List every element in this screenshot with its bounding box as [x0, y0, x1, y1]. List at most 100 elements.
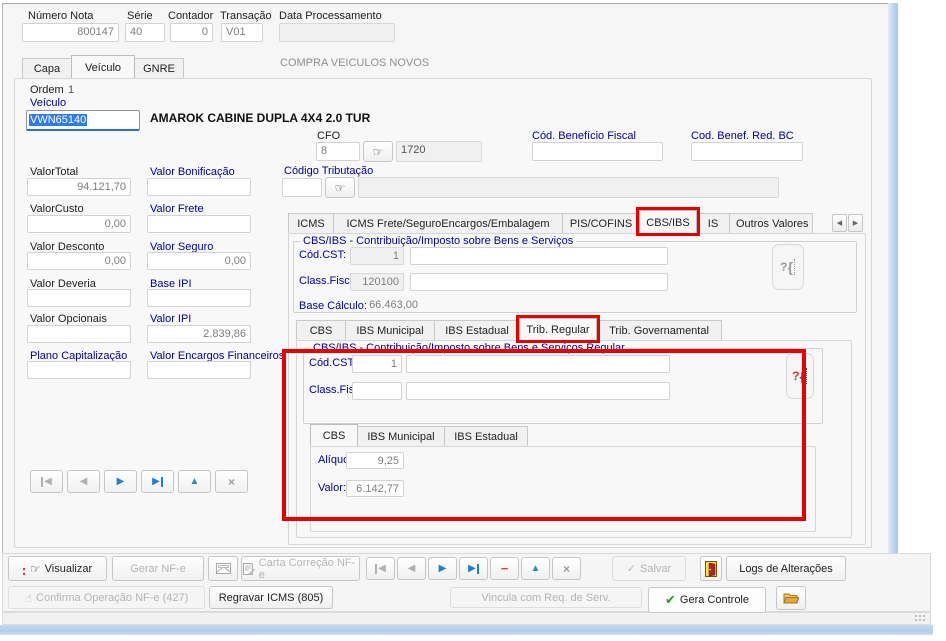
valortotal-field[interactable]: 94.121,70: [27, 178, 131, 196]
nav-remove-button[interactable]: −: [490, 557, 519, 580]
tax-tabstrip: ICMS ICMS Frete/SeguroEncargos/Embalagem…: [288, 207, 813, 236]
tab-veiculo[interactable]: Veículo: [71, 55, 135, 78]
nav-first-button[interactable]: ◀: [366, 557, 395, 580]
confirma-operacao-label: Confirma Operação NF-e (427): [36, 591, 189, 604]
valor-desconto-field[interactable]: 0,00: [27, 252, 131, 270]
gera-controle-button[interactable]: ✔ Gera Controle: [648, 587, 766, 613]
visualizar-button[interactable]: ☞ Visualizar: [8, 556, 107, 581]
salvar-button[interactable]: ✓ Salvar: [612, 556, 686, 581]
codigo-tributacao-field[interactable]: [282, 178, 322, 197]
cfo-lookup-button[interactable]: ☞: [363, 141, 393, 162]
hand-pointer-icon: ☞: [29, 561, 41, 576]
hand-pointer-icon: ☞: [372, 144, 384, 159]
aliquota-field[interactable]: 9,25: [346, 452, 404, 469]
carta-correcao-button[interactable]: Carta Correção NF-e: [241, 556, 360, 581]
tab-scroll-right-button[interactable]: ▶: [848, 214, 863, 232]
regular-help-lookup-button[interactable]: ?{: [786, 353, 814, 399]
valor-field[interactable]: 6.142,77: [346, 480, 404, 497]
subtab-ibs-estadual[interactable]: IBS Estadual: [434, 320, 520, 340]
cbs-cst-desc-field[interactable]: [410, 247, 668, 265]
transacao-field[interactable]: V01: [221, 23, 263, 42]
codigo-tributacao-lookup-button[interactable]: ☞: [325, 177, 355, 198]
subtab-trib-regular[interactable]: Trib. Regular: [516, 315, 600, 343]
tab-capa[interactable]: Capa: [22, 58, 72, 78]
valor-bonificacao-label: Valor Bonificação: [150, 166, 235, 178]
gerar-nfe-button[interactable]: Gerar NF-e: [112, 556, 204, 581]
numero-nota-field[interactable]: 800147: [22, 23, 119, 42]
innertab-cbs[interactable]: CBS: [310, 424, 358, 446]
regular-class-fiscal-field[interactable]: [352, 382, 402, 400]
vehicle-nav-last-button[interactable]: ▶: [141, 470, 174, 493]
contador-field[interactable]: 0: [170, 23, 213, 42]
valortotal-label: ValorTotal: [30, 166, 79, 178]
vehicle-nav-prev-button[interactable]: ◀: [67, 470, 100, 493]
cod-beneficio-fiscal-label: Cód. Benefício Fiscal: [532, 130, 636, 142]
tab-pis-cofins[interactable]: PIS/COFINS: [562, 213, 640, 233]
nav-next-button[interactable]: ▶: [428, 557, 457, 580]
confirma-operacao-button[interactable]: ☝ Confirma Operação NF-e (427): [8, 586, 205, 609]
valorcusto-field[interactable]: 0,00: [27, 215, 131, 233]
regular-cst-desc-field[interactable]: [406, 355, 670, 373]
envelope-button[interactable]: [208, 556, 238, 581]
nav-up-button[interactable]: ▲: [521, 557, 550, 580]
cod-benef-red-bc-field[interactable]: [691, 142, 803, 161]
cfo-code-field[interactable]: 8: [316, 142, 360, 161]
tab-icms[interactable]: ICMS: [288, 213, 334, 233]
serie-field[interactable]: 40: [125, 23, 165, 42]
subtab-trib-governamental[interactable]: Trib. Governamental: [596, 320, 722, 340]
status-bar: [2, 612, 931, 625]
valor-opcionais-field[interactable]: [27, 325, 131, 343]
tab-cbs-ibs[interactable]: CBS/IBS: [636, 207, 700, 236]
open-folder-button[interactable]: [776, 586, 806, 610]
question-mark-icon: ?: [780, 260, 788, 274]
green-check-icon: ✔: [665, 592, 676, 607]
exit-door-icon: [705, 560, 717, 577]
exit-door-button[interactable]: [700, 556, 722, 581]
cbs-class-fiscal-desc-field[interactable]: [410, 273, 668, 291]
prev-record-icon: ◀: [407, 562, 416, 574]
tab-scroll-left-button[interactable]: ◀: [832, 214, 847, 232]
subtab-ibs-municipal[interactable]: IBS Municipal: [345, 320, 435, 340]
subtab-cbs[interactable]: CBS: [296, 320, 346, 340]
vincula-req-serv-label: Vincula com Req. de Serv.: [481, 591, 611, 604]
app-window: Número Nota 800147 Série 40 Contador 0 T…: [0, 0, 946, 641]
window-right-border: [888, 3, 898, 553]
cod-beneficio-fiscal-field[interactable]: [532, 142, 663, 161]
vehicle-nav-up-button[interactable]: ▲: [178, 470, 211, 493]
valor-seguro-field[interactable]: 0,00: [147, 252, 251, 270]
tab-gnre[interactable]: GNRE: [134, 58, 184, 78]
valor-frete-field[interactable]: [147, 215, 251, 233]
valor-ipi-field[interactable]: 2.839,86: [147, 325, 251, 343]
base-ipi-field[interactable]: [147, 289, 251, 307]
main-tabstrip: Capa Veículo GNRE: [22, 55, 184, 78]
vehicle-nav-first-button[interactable]: ◀: [30, 470, 63, 493]
question-mark-icon: ?: [792, 369, 800, 383]
vehicle-nav-cancel-button[interactable]: ×: [215, 470, 248, 493]
vincula-req-serv-button[interactable]: Vincula com Req. de Serv.: [450, 587, 642, 608]
tab-is[interactable]: IS: [696, 213, 730, 233]
nav-last-button[interactable]: ▶: [459, 557, 488, 580]
close-x-icon: ×: [227, 474, 235, 489]
regular-cst-field[interactable]: 1: [352, 355, 402, 373]
cbs-help-lookup-button[interactable]: ?{: [772, 244, 804, 290]
nav-prev-button[interactable]: ◀: [397, 557, 426, 580]
innertab-ibs-municipal[interactable]: IBS Municipal: [357, 426, 445, 446]
plano-capitalizacao-field[interactable]: [27, 361, 131, 379]
cfo-label: CFO: [317, 130, 341, 142]
nav-cancel-button[interactable]: ×: [552, 557, 581, 580]
vehicle-nav-next-button[interactable]: ▶: [104, 470, 137, 493]
visualizar-label: Visualizar: [44, 562, 93, 575]
tab-icms-frete[interactable]: ICMS Frete/SeguroEncargos/Embalagem: [333, 213, 563, 233]
serie-label: Série: [127, 10, 153, 22]
regular-class-fiscal-desc-field[interactable]: [406, 382, 670, 400]
veiculo-plate-field[interactable]: VWN65140: [26, 110, 140, 131]
valor-deveria-field[interactable]: [27, 289, 131, 307]
tab-outros-valores[interactable]: Outros Valores: [729, 213, 813, 233]
valor-encargos-financeiros-field[interactable]: [147, 361, 251, 379]
valor-bonificacao-field[interactable]: [147, 178, 251, 196]
logs-alteracoes-button[interactable]: Logs de Alterações: [726, 556, 846, 581]
resize-grip[interactable]: [914, 614, 925, 623]
innertab-ibs-estadual[interactable]: IBS Estadual: [444, 426, 528, 446]
cbs-cst-field: 1: [350, 247, 404, 265]
regravar-icms-button[interactable]: Regravar ICMS (805): [209, 586, 333, 609]
